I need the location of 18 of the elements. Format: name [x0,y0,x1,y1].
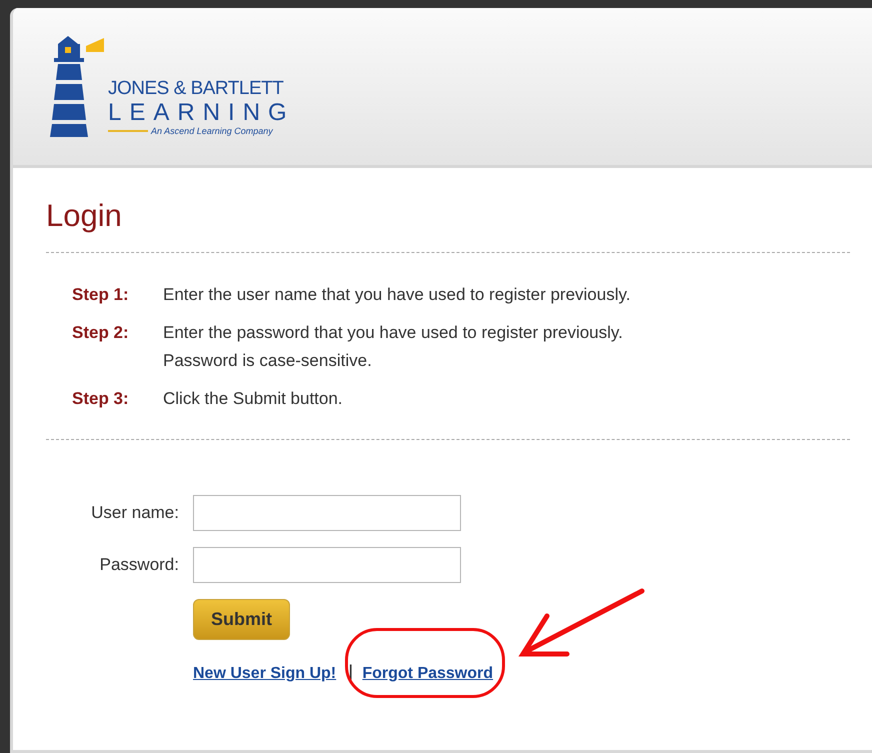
text-link[interactable]: New User Sign Up! [193,664,336,682]
input-field[interactable] [193,495,461,531]
logo-subtitle: LEARNING [108,100,295,126]
lighthouse-icon [48,36,106,138]
step-label: Step 2: [72,322,130,344]
step-label: Step 3: [72,388,130,410]
field-label: Password: [98,555,180,575]
logo-name: JONES & BARTLETT [108,78,284,100]
input-field[interactable] [193,547,461,583]
step-text: Enter the password that you have used to register previously. Password is case-sensitive. [163,322,624,372]
logo-tagline: An Ascend Learning Company [151,126,273,136]
field-label: User name: [90,503,180,523]
submit-button[interactable]: Submit [193,599,290,640]
step-text: Click the Submit button. [163,388,344,410]
text-link[interactable]: Forgot Password [362,664,494,682]
page-title: Login [46,198,123,234]
step-label: Step 1: [72,284,130,306]
step-text: Enter the user name that you have used to register previously. [163,284,632,306]
